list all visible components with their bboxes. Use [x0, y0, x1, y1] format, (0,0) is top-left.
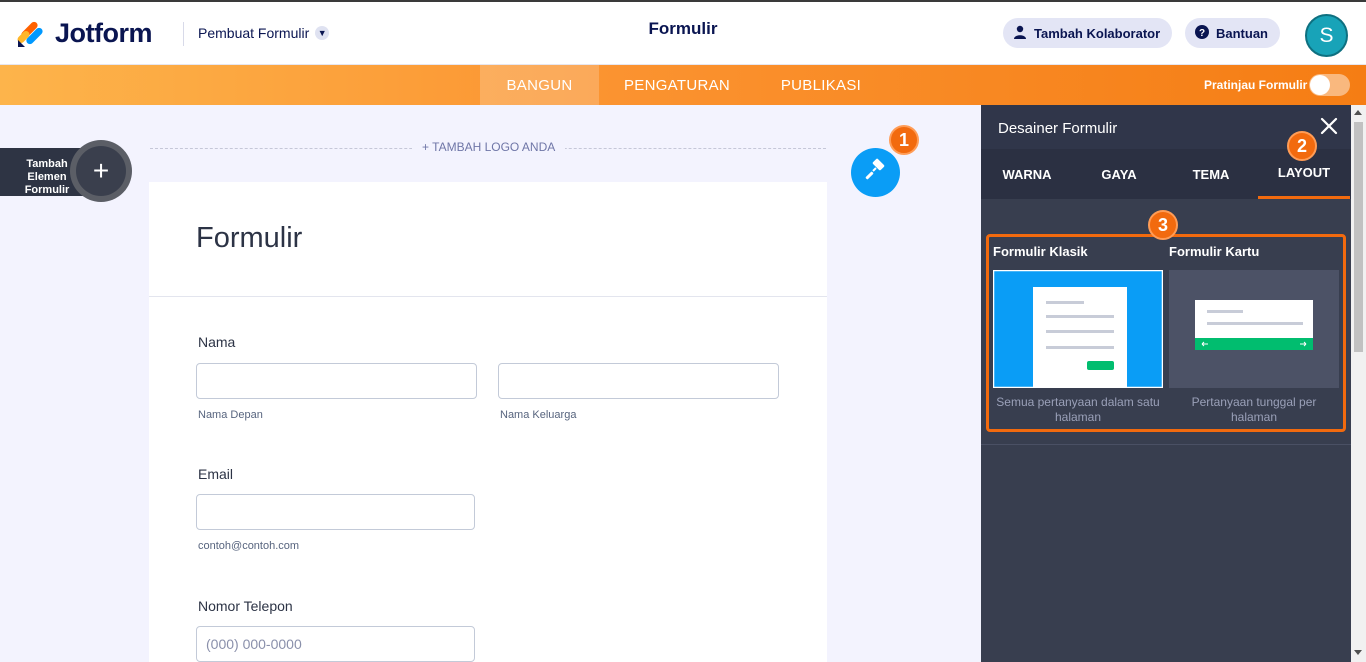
form-designer-button[interactable]: [851, 148, 900, 197]
card-form-option[interactable]: [1169, 270, 1339, 388]
scroll-up-icon[interactable]: [1354, 110, 1362, 115]
tab-build[interactable]: BANGUN: [480, 65, 599, 105]
first-name-sublabel: Nama Depan: [198, 409, 263, 421]
top-header: Jotform Pembuat Formulir ▼ Formulir Tamb…: [0, 0, 1366, 65]
form-title[interactable]: Formulir: [620, 19, 746, 39]
plus-icon: +: [76, 146, 126, 196]
panel-divider: [981, 444, 1351, 445]
preview-form-label: Pratinjau Formulir: [1204, 78, 1308, 92]
help-label: Bantuan: [1216, 25, 1268, 41]
add-collaborator-button[interactable]: Tambah Kolaborator: [1003, 18, 1173, 48]
chevron-down-icon: ▼: [315, 26, 330, 40]
builder-nav: BANGUN PENGATURAN PUBLIKASI Pratinjau Fo…: [0, 65, 1366, 105]
classic-form-title: Formulir Klasik: [993, 244, 1088, 259]
email-sublabel: contoh@contoh.com: [198, 540, 300, 552]
add-logo-link[interactable]: + TAMBAH LOGO ANDA: [412, 140, 566, 154]
email-field-label: Email: [198, 466, 234, 482]
builder-menu-label: Pembuat Formulir: [198, 25, 310, 41]
step-badge-2: 2: [1287, 131, 1317, 161]
step-badge-3: 3: [1148, 210, 1178, 240]
card-form-title: Formulir Kartu: [1169, 244, 1260, 259]
avatar[interactable]: S: [1305, 14, 1348, 57]
toggle-knob: [1310, 75, 1330, 95]
header-divider: [183, 22, 184, 46]
last-name-sublabel: Nama Keluarga: [500, 409, 577, 421]
close-icon[interactable]: [1319, 116, 1339, 136]
email-input[interactable]: [196, 494, 475, 530]
tab-settings[interactable]: PENGATURAN: [610, 65, 744, 105]
builder-menu[interactable]: Pembuat Formulir ▼: [198, 25, 330, 41]
classic-form-description: Semua pertanyaan dalam satu halaman: [996, 395, 1160, 424]
panel-scrollbar[interactable]: [1351, 105, 1366, 662]
add-collaborator-label: Tambah Kolaborator: [1034, 25, 1161, 41]
preview-toggle[interactable]: [1309, 74, 1350, 96]
name-field-label: Nama: [198, 334, 236, 350]
scrollbar-thumb[interactable]: [1354, 122, 1363, 352]
jotform-logo[interactable]: Jotform: [17, 18, 153, 49]
paint-roller-icon: [864, 158, 888, 187]
phone-field-label: Nomor Telepon: [198, 598, 293, 614]
designer-title: Desainer Formulir: [998, 120, 1118, 137]
scroll-down-icon[interactable]: [1354, 650, 1362, 655]
user-icon: [1013, 25, 1027, 42]
tab-publish[interactable]: PUBLIKASI: [770, 65, 872, 105]
classic-form-option[interactable]: [992, 269, 1164, 389]
first-name-input[interactable]: [196, 363, 477, 399]
form-heading[interactable]: Formulir: [196, 222, 302, 255]
step-badge-1: 1: [889, 125, 919, 155]
tab-themes[interactable]: TEMA: [1165, 149, 1257, 199]
card-form-description: Pertanyaan tunggal per halaman: [1191, 395, 1317, 424]
form-designer-panel: Desainer Formulir WARNA GAYA TEMA LAYOUT…: [981, 105, 1351, 662]
last-name-input[interactable]: [498, 363, 779, 399]
tab-styles[interactable]: GAYA: [1073, 149, 1165, 199]
help-button[interactable]: ? Bantuan: [1185, 18, 1280, 48]
add-element-plus[interactable]: +: [70, 140, 132, 202]
svg-text:?: ?: [1199, 28, 1205, 39]
jotform-logo-icon: [17, 20, 45, 48]
brand-name: Jotform: [55, 18, 153, 48]
help-icon: ?: [1195, 24, 1209, 42]
form-card: Formulir Nama Nama Depan Nama Keluarga E…: [149, 182, 827, 662]
tab-colors[interactable]: WARNA: [981, 149, 1073, 199]
phone-input[interactable]: (000) 000-0000: [196, 626, 475, 662]
form-header[interactable]: Formulir: [149, 182, 827, 297]
